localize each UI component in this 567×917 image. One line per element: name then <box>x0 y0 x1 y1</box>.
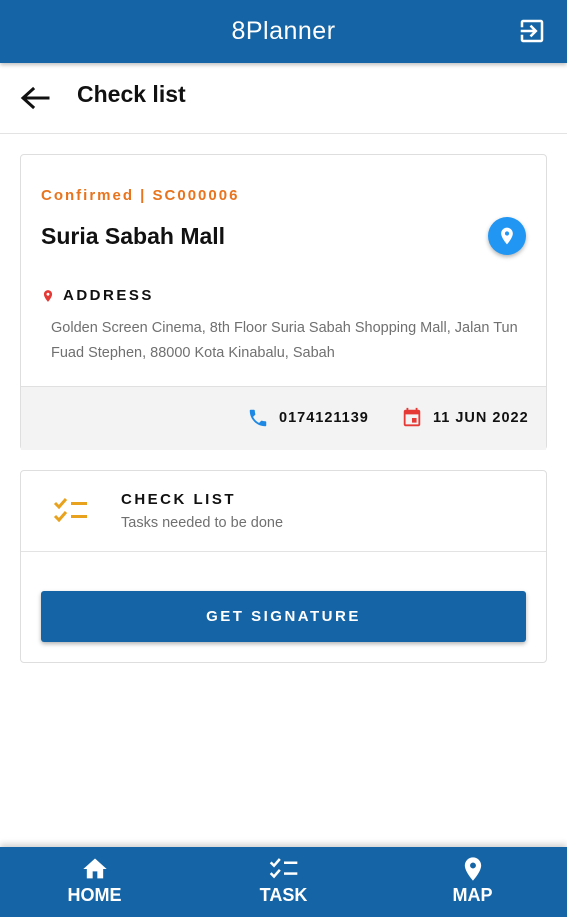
nav-map-label: MAP <box>452 885 493 905</box>
map-pin-icon <box>501 227 513 245</box>
nav-home-label: HOME <box>67 885 122 905</box>
calendar-icon <box>403 407 421 427</box>
app-bar: 8Planner <box>0 0 567 63</box>
phone-info[interactable]: 0174121139 <box>247 407 369 429</box>
checklist-icon <box>269 858 297 879</box>
phone-number: 0174121139 <box>279 410 369 426</box>
checklist-row[interactable]: CHECK LIST Tasks needed to be done <box>21 471 546 552</box>
checklist-icon <box>53 498 87 523</box>
status-reference: Confirmed | SC000006 <box>41 187 240 204</box>
nav-home[interactable]: HOME <box>0 847 189 917</box>
address-label: ADDRESS <box>63 287 154 304</box>
page-title: Check list <box>77 81 186 107</box>
home-icon <box>82 858 107 879</box>
contact-bar: 0174121139 11 JUN 2022 <box>21 386 546 450</box>
job-card: Confirmed | SC000006 Suria Sabah Mall AD… <box>20 154 547 450</box>
address-text: Golden Screen Cinema, 8th Floor Suria Sa… <box>51 320 518 361</box>
location-button[interactable] <box>488 217 526 255</box>
logout-icon[interactable] <box>517 16 547 46</box>
checklist-subtitle: Tasks needed to be done <box>121 515 284 531</box>
back-arrow-icon[interactable] <box>18 83 52 113</box>
get-signature-button[interactable]: GET SIGNATURE <box>41 591 526 642</box>
date-info: 11 JUN 2022 <box>401 407 529 429</box>
nav-map[interactable]: MAP <box>378 847 567 917</box>
nav-task-label: TASK <box>259 885 308 905</box>
checklist-title: CHECK LIST <box>121 491 236 508</box>
job-date: 11 JUN 2022 <box>433 410 529 426</box>
bottom-navigation: HOME TASK MAP <box>0 847 567 917</box>
map-pin-icon <box>464 857 481 881</box>
nav-task[interactable]: TASK <box>189 847 378 917</box>
app-title: 8Planner <box>231 17 336 45</box>
venue-name: Suria Sabah Mall <box>41 223 226 249</box>
page-header: Check list <box>0 63 567 134</box>
address-pin-icon <box>43 289 53 302</box>
phone-icon <box>249 409 267 427</box>
checklist-card: CHECK LIST Tasks needed to be done GET S… <box>20 470 547 663</box>
address-heading: ADDRESS <box>41 287 154 304</box>
